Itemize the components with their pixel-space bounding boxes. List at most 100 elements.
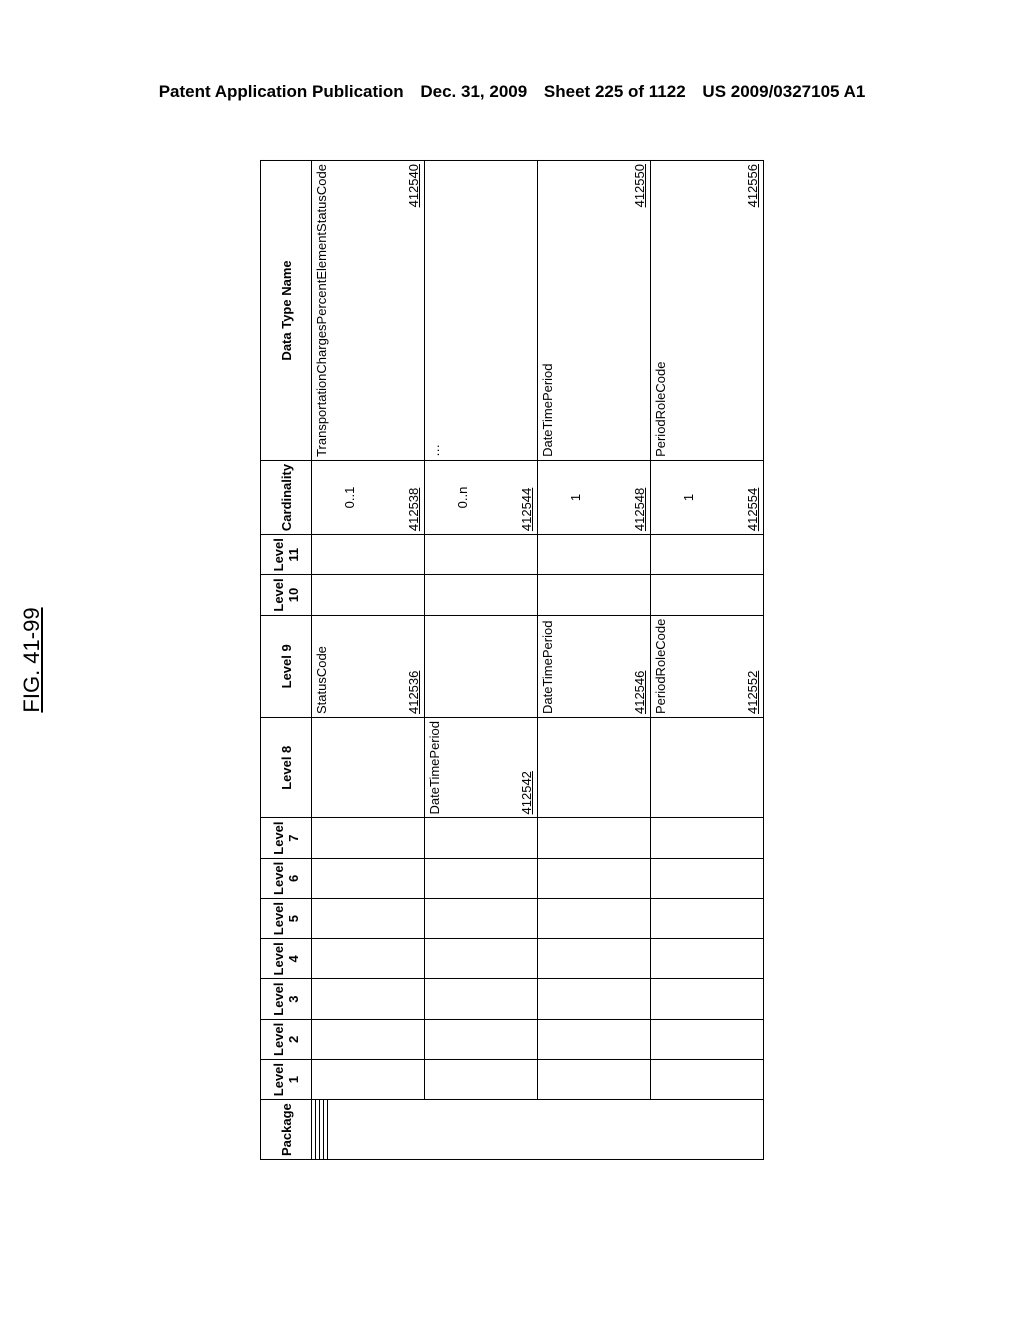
dtype-ref: 412556	[745, 164, 760, 207]
card-ref: 412538	[406, 488, 421, 531]
dtype-value: TransportationChargesPercentElementStatu…	[314, 164, 329, 457]
l8-ref: 412542	[519, 771, 534, 814]
cell-l9: PeriodRoleCode 412552	[651, 615, 764, 717]
table-row: DateTimePeriod 412546 1 412548 DateTimeP…	[538, 161, 651, 1160]
cell-l11	[312, 535, 425, 575]
table-row: StatusCode 412536 0..1 412538 Transporta…	[312, 161, 425, 1160]
card-value: 1	[568, 464, 583, 531]
cell-l9	[425, 615, 538, 717]
data-table: Package Level 1 Level 2 Level 3 Level 4 …	[260, 160, 764, 1160]
l8-value: DateTimePeriod	[427, 721, 442, 814]
cell-l5	[651, 898, 764, 938]
col-level-1: Level 1	[261, 1059, 312, 1099]
cell-l8	[538, 718, 651, 818]
table-header-row: Package Level 1 Level 2 Level 3 Level 4 …	[261, 161, 312, 1160]
cell-l4	[312, 939, 425, 979]
header-pub: Patent Application Publication	[159, 82, 404, 101]
cell-cardinality: 1 412548	[538, 460, 651, 534]
col-cardinality: Cardinality	[261, 460, 312, 534]
cell-l11	[425, 535, 538, 575]
l9-ref: 412552	[745, 671, 760, 714]
card-ref: 412554	[745, 488, 760, 531]
table-row: DateTimePeriod 412542 0..n 412544 …	[425, 161, 538, 1160]
package-continuation-lines	[312, 1100, 763, 1159]
cell-datatype: TransportationChargesPercentElementStatu…	[312, 161, 425, 461]
cell-l3	[538, 979, 651, 1019]
col-level-5: Level 5	[261, 898, 312, 938]
figure-label: FIG. 41-99	[19, 607, 45, 712]
cell-l7	[312, 818, 425, 858]
cell-l6	[538, 858, 651, 898]
cell-l9: DateTimePeriod 412546	[538, 615, 651, 717]
header-sheet: Sheet 225 of 1122	[544, 82, 686, 101]
cell-l8	[651, 718, 764, 818]
cell-cardinality: 0..1 412538	[312, 460, 425, 534]
col-datatype: Data Type Name	[261, 161, 312, 461]
cell-l2	[425, 1019, 538, 1059]
cell-l1	[312, 1059, 425, 1099]
cell-l10	[651, 575, 764, 615]
cell-l3	[312, 979, 425, 1019]
card-value: 0..1	[342, 464, 357, 531]
cell-l5	[312, 898, 425, 938]
cell-l5	[425, 898, 538, 938]
dtype-value: DateTimePeriod	[540, 164, 555, 457]
cell-datatype: DateTimePeriod 412550	[538, 161, 651, 461]
col-level-2: Level 2	[261, 1019, 312, 1059]
cell-l6	[312, 858, 425, 898]
cell-l5	[538, 898, 651, 938]
cell-l11	[651, 535, 764, 575]
col-level-4: Level 4	[261, 939, 312, 979]
dtype-value: PeriodRoleCode	[653, 164, 668, 457]
col-level-3: Level 3	[261, 979, 312, 1019]
cell-l11	[538, 535, 651, 575]
l9-ref: 412536	[406, 671, 421, 714]
cell-l6	[425, 858, 538, 898]
card-ref: 412548	[632, 488, 647, 531]
cell-cardinality: 0..n 412544	[425, 460, 538, 534]
cell-datatype: …	[425, 161, 538, 461]
card-ref: 412544	[519, 488, 534, 531]
data-table-wrap: Package Level 1 Level 2 Level 3 Level 4 …	[260, 160, 764, 1160]
cell-l1	[538, 1059, 651, 1099]
cell-l7	[651, 818, 764, 858]
card-value: 0..n	[455, 464, 470, 531]
col-package: Package	[261, 1100, 312, 1160]
cell-datatype: PeriodRoleCode 412556	[651, 161, 764, 461]
cell-l7	[538, 818, 651, 858]
dtype-value: …	[427, 164, 442, 457]
col-level-8: Level 8	[261, 718, 312, 818]
cell-l10	[538, 575, 651, 615]
l9-value: StatusCode	[314, 619, 329, 714]
cell-l2	[538, 1019, 651, 1059]
cell-l2	[312, 1019, 425, 1059]
cell-l1	[651, 1059, 764, 1099]
col-level-9: Level 9	[261, 615, 312, 717]
cell-l4	[651, 939, 764, 979]
cell-l10	[312, 575, 425, 615]
cell-l9: StatusCode 412536	[312, 615, 425, 717]
header-date: Dec. 31, 2009	[420, 82, 527, 101]
dtype-ref: 412540	[406, 164, 421, 207]
card-value: 1	[681, 464, 696, 531]
header-docnum: US 2009/0327105 A1	[702, 82, 865, 101]
cell-l4	[425, 939, 538, 979]
col-level-7: Level 7	[261, 818, 312, 858]
cell-l4	[538, 939, 651, 979]
cell-l1	[425, 1059, 538, 1099]
cell-l3	[651, 979, 764, 1019]
col-level-11: Level 11	[261, 535, 312, 575]
page-header: Patent Application Publication Dec. 31, …	[0, 82, 1024, 102]
l9-value: PeriodRoleCode	[653, 619, 668, 714]
cell-l3	[425, 979, 538, 1019]
cell-l8: DateTimePeriod 412542	[425, 718, 538, 818]
dtype-ref: 412550	[632, 164, 647, 207]
col-level-6: Level 6	[261, 858, 312, 898]
cell-l2	[651, 1019, 764, 1059]
cell-l6	[651, 858, 764, 898]
l9-ref: 412546	[632, 671, 647, 714]
table-row: PeriodRoleCode 412552 1 412554 PeriodRol…	[651, 161, 764, 1160]
cell-l10	[425, 575, 538, 615]
cell-l8	[312, 718, 425, 818]
cell-l7	[425, 818, 538, 858]
